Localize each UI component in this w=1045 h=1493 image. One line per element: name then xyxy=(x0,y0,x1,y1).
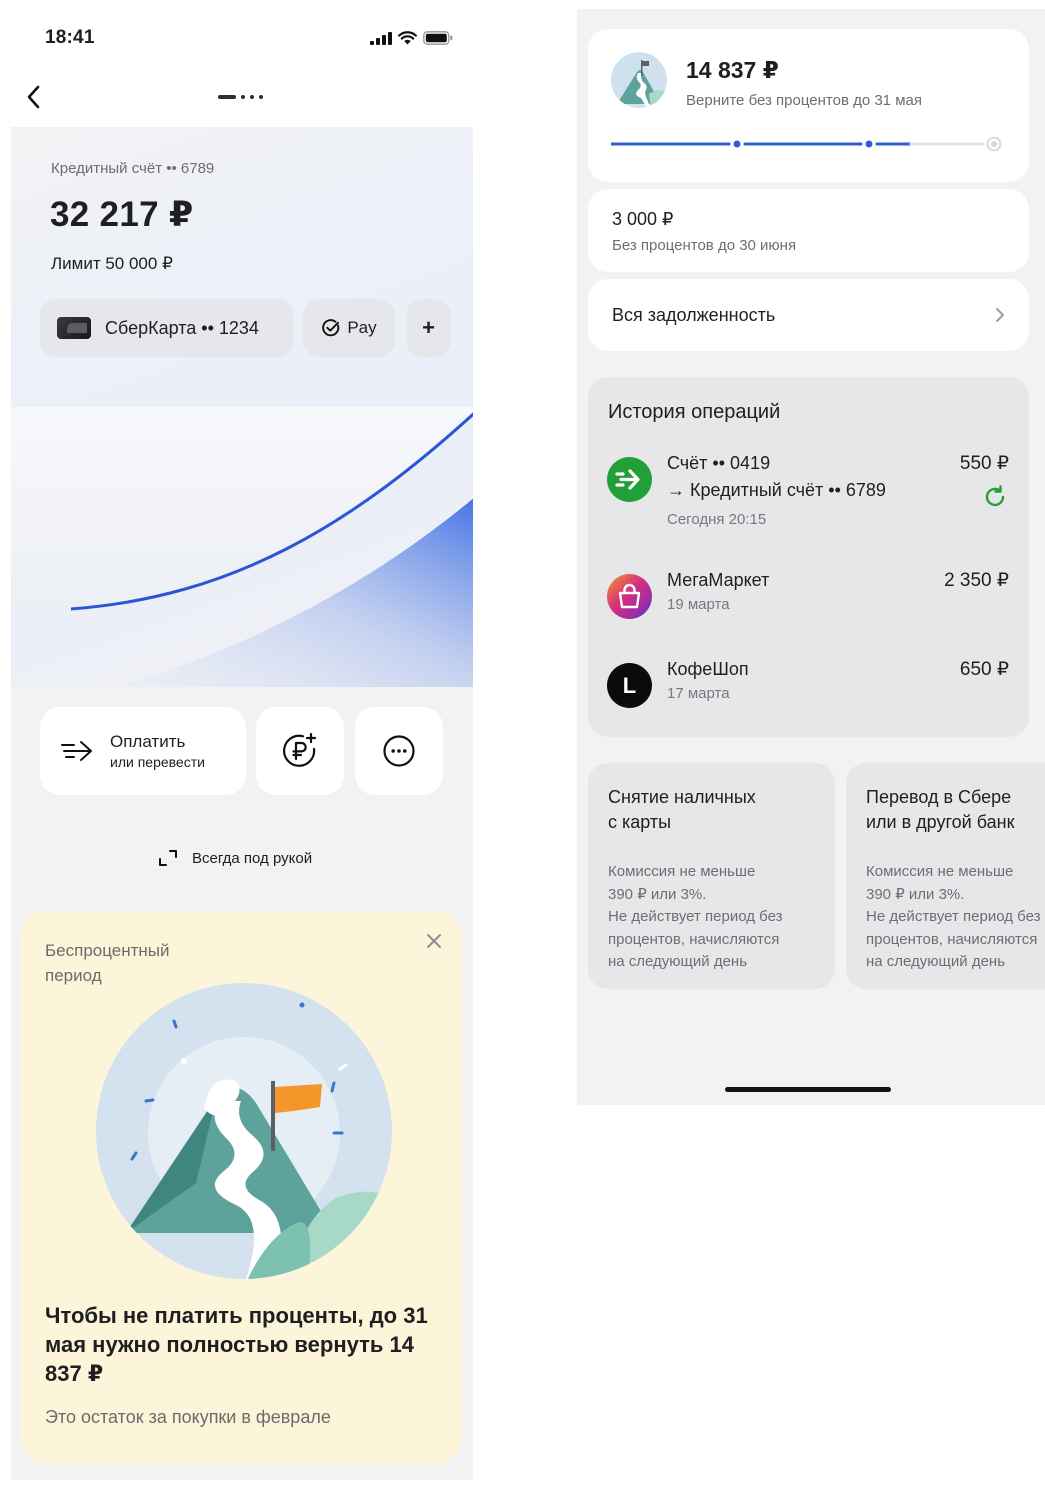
grace-amount: 14 837 ₽ xyxy=(686,57,779,83)
operation-amount: 2 350 ₽ xyxy=(944,570,1009,591)
linked-card-chip[interactable]: СберКарта •• 1234 xyxy=(40,299,293,357)
grace-period-promo[interactable]: Беспроцентный период Чтобы не платить пр… xyxy=(20,911,462,1464)
info-card-text: Комиссия не меньше 390 ₽ или 3%. Не дейс… xyxy=(866,861,1040,974)
letter-l-glyph: L xyxy=(622,672,637,698)
pay-button[interactable]: Pay xyxy=(303,299,395,357)
total-debt-link[interactable]: Вся задолженность xyxy=(588,279,1029,351)
close-icon[interactable] xyxy=(424,931,444,951)
status-bar: 18:41 xyxy=(11,9,473,65)
operations-history: История операций Счёт •• 0419 → Кредитны… xyxy=(588,377,1029,737)
ruble-plus-icon xyxy=(283,732,317,767)
operation-row[interactable]: L КофеШоп 17 марта 650 ₽ xyxy=(588,659,1029,731)
operation-row[interactable]: МегаМаркет 19 марта 2 350 ₽ xyxy=(588,570,1029,642)
info-card-text-line: 390 ₽ или 3%. xyxy=(608,885,707,903)
operation-date: Сегодня 20:15 xyxy=(667,511,767,528)
info-card-title-line: или в другой банк xyxy=(866,812,1015,832)
grace-subtitle: Верните без процентов до 31 мая xyxy=(686,92,922,109)
send-arrow-icon xyxy=(61,741,92,761)
shopping-bag-icon xyxy=(607,574,652,619)
more-dots-icon xyxy=(383,735,415,767)
credit-account-details-screen: 14 837 ₽ Верните без процентов до 31 мая… xyxy=(577,9,1045,1105)
check-circle-icon xyxy=(322,319,340,337)
operation-date: 19 марта xyxy=(667,596,730,613)
repeat-icon[interactable] xyxy=(983,485,1007,509)
info-card-text: Комиссия не меньше 390 ₽ или 3%. Не дейс… xyxy=(608,861,782,974)
letter-l-icon: L xyxy=(607,663,652,708)
operation-name: КофеШоп xyxy=(667,659,749,679)
info-card-title-line: Перевод в Сбере xyxy=(866,787,1012,807)
expand-corners-icon xyxy=(159,850,177,866)
pay-or-transfer-button[interactable]: Оплатить или перевести xyxy=(40,707,246,795)
grace-period-card[interactable]: 14 837 ₽ Верните без процентов до 31 мая xyxy=(588,29,1029,182)
chevron-right-icon xyxy=(996,308,1004,322)
account-label: Кредитный счёт •• 6789 xyxy=(51,160,215,177)
next-payment-card[interactable]: 3 000 ₽ Без процентов до 30 июня xyxy=(588,189,1029,272)
page-indicator-dot xyxy=(259,95,263,99)
info-card-text-line: 390 ₽ или 3%. xyxy=(866,885,965,903)
info-card-text-line: Не действует период без xyxy=(608,908,783,925)
next-payment-subtitle: Без процентов до 30 июня xyxy=(612,237,797,254)
account-limit: Лимит 50 000 ₽ xyxy=(51,254,173,273)
operation-amount: 650 ₽ xyxy=(959,659,1009,680)
home-indicator[interactable] xyxy=(725,1087,891,1092)
mountain-flag-illustration xyxy=(96,983,392,1279)
next-payment-amount: 3 000 ₽ xyxy=(612,209,674,229)
operation-name: Счёт •• 0419 xyxy=(667,453,771,473)
page-indicator-dot xyxy=(241,95,245,99)
battery-icon xyxy=(423,31,453,45)
operation-name: МегаМаркет xyxy=(667,570,770,590)
info-card-text-line: Не действует период без xyxy=(866,908,1041,925)
info-card-text-line: Комиссия не меньше xyxy=(608,863,756,880)
credit-account-screen: 18:41 Кредитный счёт •• 6789 32 217 ₽ Ли… xyxy=(11,9,473,1480)
info-card-text-line: процентов, начисляются xyxy=(608,930,780,948)
operation-row[interactable]: Счёт •• 0419 → Кредитный счёт •• 6789 Се… xyxy=(588,453,1029,545)
transfer-info-card[interactable]: Перевод в Сбере или в другой банк Комисс… xyxy=(846,763,1045,989)
info-card-text-line: на следующий день xyxy=(608,953,748,970)
operation-amount: 550 ₽ xyxy=(959,453,1009,474)
cash-withdrawal-info-card[interactable]: Снятие наличных с карты Комиссия не мень… xyxy=(588,763,835,989)
transfer-arrow-icon xyxy=(607,457,652,502)
operation-destination: → Кредитный счёт •• 6789 xyxy=(667,480,886,500)
page-indicator[interactable] xyxy=(218,95,263,99)
top-up-button[interactable] xyxy=(256,707,344,795)
account-balance: 32 217 ₽ xyxy=(50,195,194,234)
signal-icon xyxy=(370,31,392,45)
status-time: 18:41 xyxy=(45,27,95,48)
plus-icon: + xyxy=(422,315,435,340)
info-card-title-line: с карты xyxy=(608,812,672,832)
info-card-text-line: Комиссия не меньше xyxy=(866,863,1014,880)
grace-period-avatar xyxy=(611,52,667,108)
mountain-avatar-icon xyxy=(611,52,667,108)
promo-headline: Чтобы не платить проценты, до 31 мая нуж… xyxy=(45,1303,428,1386)
card-thumbnail-icon xyxy=(57,317,91,339)
always-at-hand-link[interactable]: Всегда под рукой xyxy=(158,849,312,867)
operation-date: 17 марта xyxy=(667,685,730,702)
info-card-title: Перевод в Сбере или в другой банк xyxy=(866,785,1014,835)
page-indicator-active xyxy=(218,95,236,99)
pay-button-subtitle: или перевести xyxy=(110,754,205,770)
page-indicator-dot xyxy=(250,95,254,99)
nav-bar xyxy=(11,65,473,127)
info-card-title: Снятие наличных с карты xyxy=(608,785,756,835)
add-card-button[interactable]: + xyxy=(406,299,451,357)
wifi-icon xyxy=(398,31,417,45)
pay-label: Pay xyxy=(347,318,377,337)
card-art-decoration xyxy=(11,407,473,687)
history-title: История операций xyxy=(608,401,781,423)
always-at-hand-label: Всегда под рукой xyxy=(192,849,313,867)
pay-button-title: Оплатить xyxy=(110,732,186,751)
info-card-text-line: процентов, начисляются xyxy=(866,930,1038,948)
back-chevron-icon[interactable] xyxy=(19,81,51,113)
grace-progress-bar xyxy=(611,137,1002,151)
info-card-text-line: на следующий день xyxy=(866,953,1006,970)
account-hero: Кредитный счёт •• 6789 32 217 ₽ Лимит 50… xyxy=(11,127,473,687)
status-icons xyxy=(370,31,453,45)
promo-subtitle: Это остаток за покупки в феврале xyxy=(45,1407,331,1427)
more-actions-button[interactable] xyxy=(355,707,443,795)
promo-title: Беспроцентный период xyxy=(45,941,170,985)
linked-card-label: СберКарта •• 1234 xyxy=(105,317,259,338)
info-card-title-line: Снятие наличных xyxy=(608,787,756,807)
total-debt-label: Вся задолженность xyxy=(612,305,776,325)
